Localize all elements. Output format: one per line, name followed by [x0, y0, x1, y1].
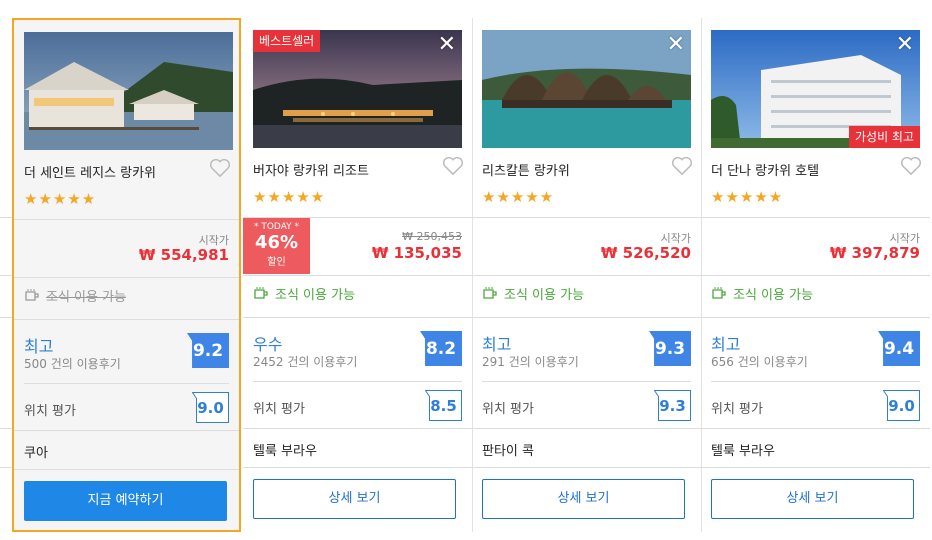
rating-word: 최고 [482, 335, 512, 354]
close-icon[interactable]: ✕ [438, 34, 456, 56]
location-score-badge: 9.0 [192, 392, 229, 423]
review-count[interactable]: 500 건의 이용후기 [24, 355, 121, 372]
bestseller-badge: 베스트셀러 [253, 30, 321, 52]
location-label: 위치 평가 [711, 402, 763, 417]
review-score-badge: 9.3 [649, 331, 691, 366]
heart-icon[interactable] [671, 156, 693, 176]
coffee-cup-icon [254, 287, 268, 299]
area-name: 텔룩 부라우 [711, 444, 775, 459]
rating-word: 우수 [253, 335, 283, 354]
breakfast-info: 조식 이용 가능 [253, 284, 355, 303]
heart-icon[interactable] [442, 156, 464, 176]
breakfast-info: 조식 이용 가능 [24, 286, 126, 305]
breakfast-info: 조식 이용 가능 [711, 284, 813, 303]
review-score-badge: 8.2 [420, 331, 462, 366]
left-row-stub [0, 0, 12, 540]
hotel-card-st-regis: 더 세인트 레지스 랑카위 ★★★★★ 시작가 ₩ 554,981 조식 이용 … [12, 18, 241, 532]
close-icon[interactable]: ✕ [896, 34, 914, 56]
star-rating: ★★★★★ [253, 188, 326, 206]
review-score-badge: 9.2 [187, 333, 229, 368]
hotel-name[interactable]: 더 세인트 레지스 랑카위 [24, 162, 156, 181]
book-now-button[interactable]: 지금 예약하기 [24, 481, 227, 521]
location-score-badge: 9.3 [654, 390, 691, 421]
hotel-card-danna: ✕ 가성비 최고 더 단나 랑카위 호텔 ★★★★★ 시작가 ₩ 397,879… [701, 18, 930, 532]
breakfast-info: 조식 이용 가능 [482, 284, 584, 303]
location-label: 위치 평가 [253, 402, 305, 417]
star-rating: ★★★★★ [482, 188, 555, 206]
rating-word: 최고 [711, 335, 741, 354]
location-label: 위치 평가 [24, 404, 76, 419]
close-icon[interactable]: ✕ [667, 34, 685, 56]
area-name: 판타이 콕 [482, 444, 534, 459]
hotel-photo[interactable]: 베스트셀러 ✕ [253, 30, 462, 148]
hotel-photo[interactable]: ✕ 가성비 최고 [711, 30, 920, 148]
hotel-photo[interactable] [24, 32, 233, 150]
hotel-name[interactable]: 더 단나 랑카위 호텔 [711, 160, 819, 179]
breakfast-text: 조식 이용 가능 [46, 290, 127, 305]
original-price: ₩ 250,453 [402, 230, 462, 243]
area-name: 쿠아 [24, 446, 48, 461]
location-label: 위치 평가 [482, 402, 534, 417]
hotel-compare-table: 더 세인트 레지스 랑카위 ★★★★★ 시작가 ₩ 554,981 조식 이용 … [12, 18, 932, 532]
coffee-cup-icon [483, 287, 497, 299]
review-count[interactable]: 291 건의 이용후기 [482, 353, 579, 370]
star-rating: ★★★★★ [24, 190, 97, 208]
location-score-badge: 8.5 [425, 390, 462, 421]
rating-word: 최고 [24, 337, 54, 356]
view-details-button[interactable]: 상세 보기 [711, 479, 914, 519]
breakfast-text: 조식 이용 가능 [504, 288, 585, 303]
heart-icon[interactable] [900, 156, 922, 176]
review-count[interactable]: 656 건의 이용후기 [711, 353, 808, 370]
view-details-button[interactable]: 상세 보기 [482, 479, 685, 519]
price-value: ₩ 526,520 [600, 244, 691, 262]
price-value: ₩ 135,035 [371, 244, 462, 262]
review-score-badge: 9.4 [878, 331, 920, 366]
hotel-name[interactable]: 리츠칼튼 랑카위 [482, 160, 570, 179]
hotel-card-ritz-carlton: ✕ 리츠칼튼 랑카위 ★★★★★ 시작가 ₩ 526,520 조식 이용 가능 … [472, 18, 702, 532]
hotel-card-berjaya: 베스트셀러 ✕ 버자야 랑카위 리조트 ★★★★★ * TODAY * 46% … [243, 18, 473, 532]
hotel-name[interactable]: 버자야 랑카위 리조트 [253, 160, 369, 179]
price-value: ₩ 397,879 [829, 244, 920, 262]
review-count[interactable]: 2452 건의 이용후기 [253, 353, 357, 370]
breakfast-text: 조식 이용 가능 [275, 288, 356, 303]
breakfast-text: 조식 이용 가능 [733, 288, 814, 303]
area-name: 텔룩 부라우 [253, 444, 317, 459]
price-value: ₩ 554,981 [138, 246, 229, 264]
coffee-cup-icon [25, 289, 39, 301]
best-value-badge: 가성비 최고 [848, 126, 920, 148]
coffee-cup-icon [712, 287, 726, 299]
hotel-photo[interactable]: ✕ [482, 30, 691, 148]
view-details-button[interactable]: 상세 보기 [253, 479, 456, 519]
star-rating: ★★★★★ [711, 188, 784, 206]
location-score-badge: 9.0 [883, 390, 920, 421]
heart-icon[interactable] [209, 158, 231, 178]
today-discount-badge: * TODAY * 46% 할인 [243, 218, 310, 274]
